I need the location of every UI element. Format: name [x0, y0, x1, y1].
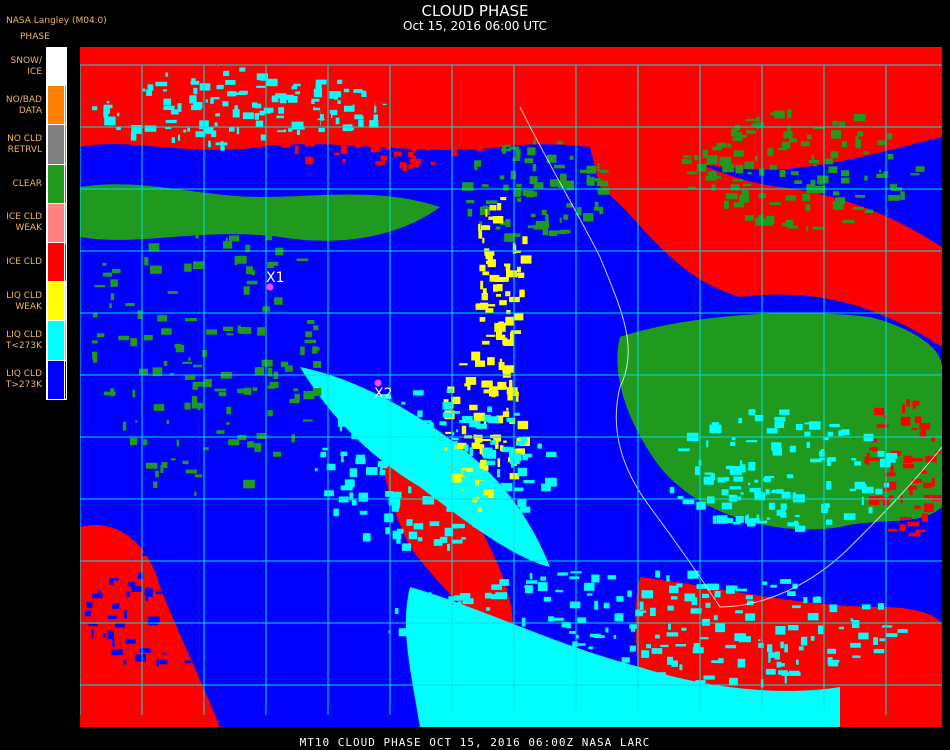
legend-label: CLEAR: [12, 178, 42, 189]
cloud-phase-map: X1 X2: [80, 47, 942, 727]
legend-label: LIQ CLD T>273K: [5, 369, 42, 391]
marker-x2-label: X2: [374, 386, 393, 402]
legend-label: NO/BAD DATA: [5, 94, 42, 116]
map-title: CLOUD PHASE: [421, 2, 529, 20]
legend-label: NO CLD RETRVL: [7, 134, 42, 155]
map-timestamp: Oct 15, 2016 06:00 UTC: [403, 19, 547, 33]
marker-x1-label: X1: [266, 270, 285, 286]
legend-title: PHASE: [20, 32, 50, 42]
legend-label: LIQ CLD WEAK: [6, 290, 42, 312]
legend-frame: [46, 47, 65, 400]
source-label: NASA Langley (M04.0): [6, 16, 107, 26]
legend-label: SNOW/ ICE: [10, 55, 42, 77]
legend-label: LIQ CLD T<273K: [5, 330, 42, 351]
legend-label: ICE CLD: [6, 257, 42, 268]
footer-caption: MT10 CLOUD PHASE OCT 15, 2016 06:00Z NAS…: [299, 736, 651, 749]
legend-label: ICE CLD WEAK: [6, 212, 42, 234]
